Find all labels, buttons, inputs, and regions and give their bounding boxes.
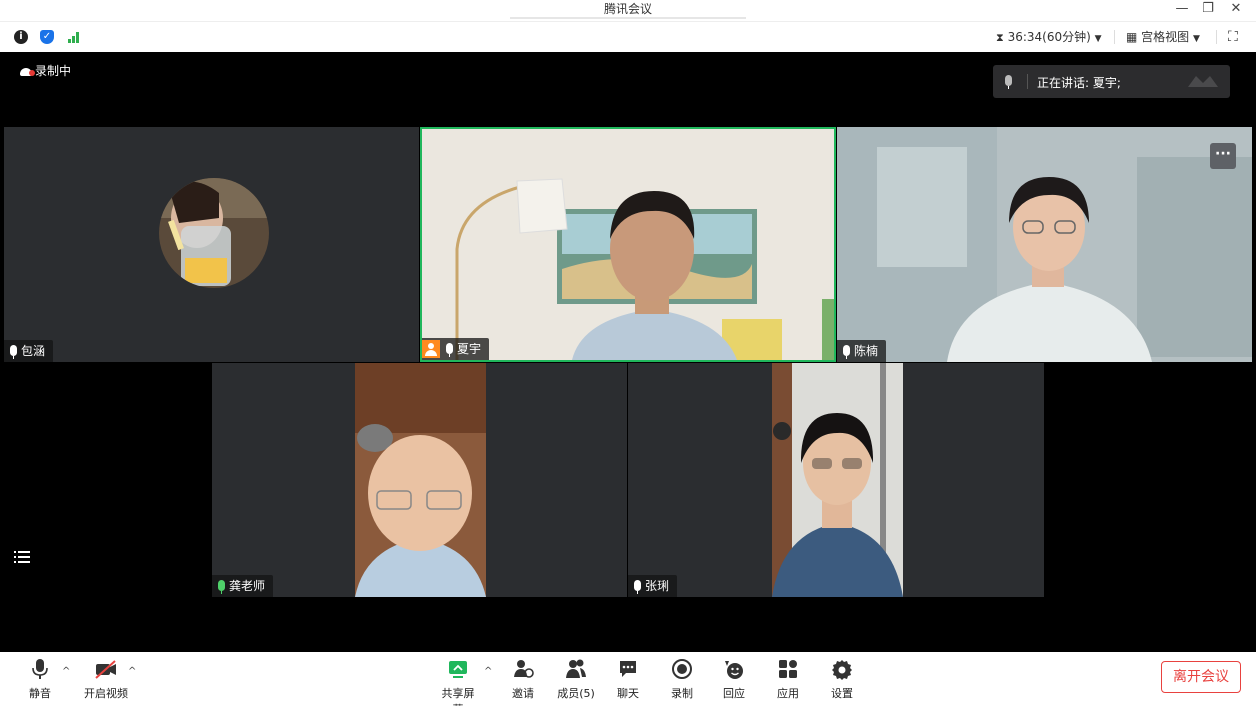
mic-icon bbox=[634, 575, 641, 597]
mic-icon bbox=[1005, 74, 1012, 89]
host-badge-icon bbox=[422, 340, 440, 358]
timer-area[interactable]: ⧗ 36:34(60分钟) ▼ bbox=[996, 29, 1102, 47]
video-tile[interactable]: 龚老师 bbox=[212, 363, 627, 597]
invite-user-icon bbox=[514, 660, 534, 678]
share-screen-button[interactable]: 共享屏幕 bbox=[438, 658, 478, 706]
react-button[interactable]: 回应 bbox=[720, 658, 748, 701]
fullscreen-icon[interactable]: ⛶ bbox=[1228, 29, 1238, 45]
members-icon bbox=[566, 659, 586, 678]
meeting-timer: 36:34(60分钟) bbox=[1007, 30, 1091, 44]
apps-grid-icon bbox=[779, 660, 797, 678]
participant-video bbox=[837, 127, 1252, 362]
minimize-button[interactable]: — bbox=[1170, 0, 1194, 20]
leave-meeting-button[interactable]: 离开会议 bbox=[1161, 661, 1241, 693]
participant-name-bar: 龚老师 bbox=[212, 575, 274, 597]
video-tile-active-speaker[interactable]: 夏宇 bbox=[420, 127, 836, 362]
video-tile[interactable]: ··· 陈楠 bbox=[837, 127, 1252, 362]
bottom-toolbar: 静音 ^ 开启视频 ^ 共享屏幕 ^ 邀请 bbox=[0, 652, 1256, 706]
members-button[interactable]: 成员(5) bbox=[555, 658, 597, 701]
info-icon[interactable]: i bbox=[14, 30, 28, 44]
apps-button[interactable]: 应用 bbox=[774, 658, 802, 701]
participant-name: 包涵 bbox=[21, 344, 46, 358]
participant-video bbox=[355, 363, 486, 597]
view-mode-label: 宫格视图 bbox=[1141, 30, 1190, 44]
record-button[interactable]: 录制 bbox=[668, 658, 696, 701]
participant-name: 夏宇 bbox=[457, 342, 482, 356]
participant-name-bar: 夏宇 bbox=[422, 338, 490, 360]
mic-icon bbox=[446, 338, 453, 360]
chat-button[interactable]: 聊天 bbox=[614, 658, 642, 701]
participant-name: 龚老师 bbox=[229, 579, 266, 593]
settings-label: 设置 bbox=[831, 687, 853, 700]
title-bar: 腾讯会议 — ❐ ✕ bbox=[0, 0, 1256, 22]
apps-label: 应用 bbox=[777, 687, 799, 700]
reaction-icon bbox=[725, 661, 743, 679]
chevron-down-icon: ▼ bbox=[1094, 34, 1102, 44]
participant-video bbox=[772, 363, 903, 597]
participant-name-bar: 张琍 bbox=[628, 575, 678, 597]
participant-video bbox=[422, 129, 834, 360]
list-view-icon[interactable] bbox=[14, 550, 30, 564]
mic-options-chevron-icon[interactable]: ^ bbox=[62, 666, 70, 677]
members-label: 成员(5) bbox=[557, 687, 595, 700]
security-shield-icon[interactable]: ✓ bbox=[40, 30, 54, 44]
record-icon bbox=[672, 659, 692, 679]
invite-label: 邀请 bbox=[512, 687, 534, 700]
camera-off-icon bbox=[95, 660, 116, 679]
hourglass-icon: ⧗ bbox=[996, 31, 1004, 44]
video-tile[interactable]: 张琍 bbox=[628, 363, 1044, 597]
video-tile[interactable]: 包涵 bbox=[4, 127, 419, 362]
settings-button[interactable]: 设置 bbox=[828, 658, 856, 701]
recording-label: 录制中 bbox=[35, 64, 72, 78]
restore-button[interactable]: ❐ bbox=[1196, 0, 1220, 20]
mic-icon bbox=[10, 340, 17, 362]
chat-icon bbox=[620, 661, 636, 677]
speaking-indicator: 正在讲话: 夏宇; bbox=[993, 65, 1230, 98]
start-video-button[interactable]: 开启视频 bbox=[80, 658, 132, 701]
record-label: 录制 bbox=[671, 687, 693, 700]
window-title: 腾讯会议 bbox=[510, 0, 746, 19]
mute-button[interactable]: 静音 bbox=[26, 658, 54, 701]
participant-name-bar: 陈楠 bbox=[837, 340, 887, 362]
share-screen-icon bbox=[449, 661, 467, 678]
mic-icon bbox=[218, 575, 225, 597]
signal-strength-icon[interactable] bbox=[68, 32, 82, 43]
recording-indicator[interactable]: 录制中 bbox=[20, 62, 71, 79]
gear-icon bbox=[832, 660, 852, 680]
react-label: 回应 bbox=[723, 687, 745, 700]
chevron-down-icon: ▼ bbox=[1193, 34, 1200, 44]
info-bar: i ✓ ⧗ 36:34(60分钟) ▼ ▦ 宫格视图 ▼ ⛶ bbox=[0, 24, 1256, 52]
speaking-label: 正在讲话: 夏宇; bbox=[1037, 76, 1121, 90]
chat-label: 聊天 bbox=[617, 687, 639, 700]
participant-name: 陈楠 bbox=[854, 344, 879, 358]
participant-name: 张琍 bbox=[645, 579, 670, 593]
view-mode-selector[interactable]: ▦ 宫格视图 ▼ bbox=[1126, 29, 1200, 47]
mute-label: 静音 bbox=[29, 687, 51, 700]
microphone-icon bbox=[32, 659, 48, 679]
more-options-button[interactable]: ··· bbox=[1210, 143, 1236, 169]
video-stage: 录制中 正在讲话: 夏宇; 包涵 夏宇 ··· 陈楠 龚老师 张琍 bbox=[0, 52, 1256, 652]
close-button[interactable]: ✕ bbox=[1224, 0, 1248, 20]
mic-icon bbox=[843, 340, 850, 362]
participant-name-bar: 包涵 bbox=[4, 340, 54, 362]
avatar bbox=[159, 178, 269, 288]
video-options-chevron-icon[interactable]: ^ bbox=[128, 666, 136, 677]
video-label: 开启视频 bbox=[84, 687, 128, 700]
share-label: 共享屏幕 bbox=[441, 687, 475, 706]
invite-button[interactable]: 邀请 bbox=[508, 658, 538, 701]
grid-view-icon: ▦ bbox=[1126, 30, 1138, 44]
tencent-meeting-logo-icon bbox=[1188, 76, 1218, 87]
share-options-chevron-icon[interactable]: ^ bbox=[484, 666, 492, 677]
cloud-record-icon bbox=[20, 67, 35, 76]
